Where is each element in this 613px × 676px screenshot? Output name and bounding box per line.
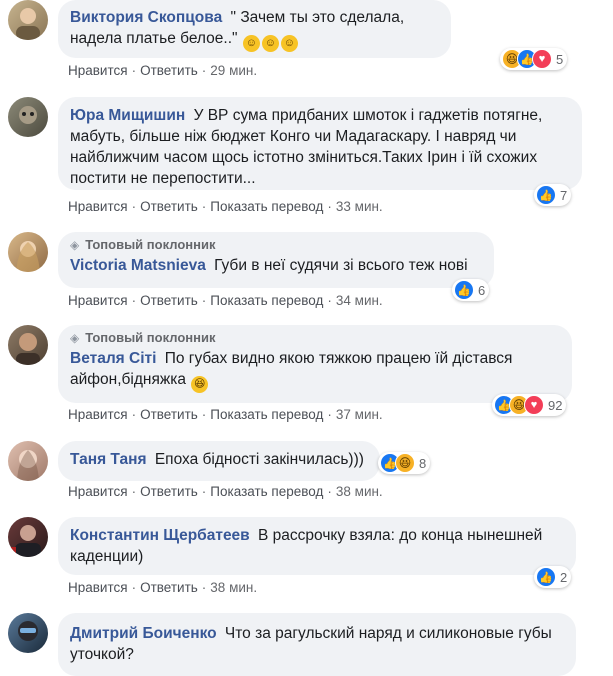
smile-emoji-icon: ☺	[261, 35, 279, 52]
comment-time[interactable]: 37 мин.	[336, 407, 383, 422]
comment-actions: Нравится · Ответить · Показать перевод · 34 ми…	[68, 293, 383, 308]
like-link[interactable]: Нравится	[68, 199, 128, 214]
comment-author[interactable]: Дмитрий Боиченко	[70, 625, 217, 642]
reaction-summary[interactable]: 👍 😆 ♥ 92	[492, 394, 567, 416]
comment-time[interactable]: 34 мин.	[336, 293, 383, 308]
like-link[interactable]: Нравится	[68, 293, 128, 308]
reply-link[interactable]: Ответить	[140, 580, 198, 595]
translate-link[interactable]: Показать перевод	[210, 484, 323, 499]
like-reaction-icon: 👍	[536, 567, 556, 587]
smile-emoji-icon: ☺	[242, 35, 260, 52]
reaction-summary[interactable]: 👍 😆 8	[378, 452, 431, 474]
like-reaction-icon: 👍	[536, 185, 556, 205]
reaction-summary[interactable]: 👍 6	[452, 279, 490, 301]
comment-bubble: Виктория Скопцова " Зачем ты это сделала…	[58, 0, 451, 58]
avatar-photo-icon	[16, 333, 40, 365]
comment-actions: Нравится · Ответить · 38 мин.	[68, 580, 258, 595]
reaction-count: 2	[560, 569, 568, 585]
avatar-photo-icon	[17, 450, 39, 481]
comment-time[interactable]: 38 мин.	[336, 484, 383, 499]
reaction-summary[interactable]: 👍 7	[534, 184, 572, 206]
avatar-photo-icon	[16, 8, 40, 40]
avatar[interactable]	[8, 0, 48, 40]
comment-actions: Нравится · Ответить · Показать перевод · 38 ми…	[68, 484, 383, 499]
reaction-count: 92	[548, 397, 563, 413]
like-link[interactable]: Нравится	[68, 63, 128, 78]
translate-link[interactable]: Показать перевод	[210, 199, 323, 214]
reply-link[interactable]: Ответить	[140, 407, 198, 422]
avatar[interactable]	[8, 517, 48, 557]
haha-reaction-icon: 😆	[395, 453, 415, 473]
comment-author[interactable]: Таня Таня	[70, 451, 147, 468]
comment-author[interactable]: Юра Мищишин	[70, 107, 185, 124]
love-reaction-icon: ♥	[524, 395, 544, 415]
comment-time[interactable]: 33 мин.	[336, 199, 383, 214]
top-fan-badge[interactable]: ◈ Топовый поклонник	[70, 237, 482, 253]
reaction-summary[interactable]: 😆 👍 ♥ 5	[500, 48, 568, 70]
reaction-summary[interactable]: 👍 2	[534, 566, 572, 588]
comment-author[interactable]: Константин Щербатеев	[70, 527, 250, 544]
comment-author[interactable]: Веталя Сіті	[70, 350, 156, 367]
avatar-photo-icon	[8, 525, 41, 557]
translate-link[interactable]: Показать перевод	[210, 293, 323, 308]
comment-actions: Нравится · Ответить · Показать перевод · 33 ми…	[68, 199, 383, 214]
avatar[interactable]	[8, 325, 48, 365]
comment-time[interactable]: 29 мин.	[210, 63, 257, 78]
reaction-count: 5	[556, 51, 564, 67]
comment-bubble: Юра Мищишин У ВР сума придбаних шмоток і…	[58, 97, 582, 190]
diamond-icon: ◈	[70, 238, 80, 252]
reaction-count: 8	[419, 455, 427, 471]
laughing-emoji-icon: 😆	[191, 376, 209, 393]
avatar-photo-icon	[18, 621, 38, 641]
reply-link[interactable]: Ответить	[140, 293, 198, 308]
like-link[interactable]: Нравится	[68, 484, 128, 499]
comment-text: Епоха бідності закінчилась)))	[154, 451, 364, 468]
love-reaction-icon: ♥	[532, 49, 552, 69]
comment-actions: Нравится · Ответить · Показать перевод · 37 ми…	[68, 407, 383, 422]
diamond-icon: ◈	[70, 331, 80, 345]
smile-emoji-icon: ☺	[280, 35, 298, 52]
avatar-photo-icon	[16, 241, 40, 272]
comment-bubble: Таня Таня Епоха бідності закінчилась)))	[58, 441, 380, 481]
reply-link[interactable]: Ответить	[140, 199, 198, 214]
reply-link[interactable]: Ответить	[140, 484, 198, 499]
comment-bubble: Константин Щербатеев В рассрочку взяла: …	[58, 517, 576, 575]
like-link[interactable]: Нравится	[68, 407, 128, 422]
comment-time[interactable]: 38 мин.	[210, 580, 257, 595]
comment-actions: Нравится · Ответить · 29 мин.	[68, 63, 258, 78]
avatar[interactable]	[8, 441, 48, 481]
comment-text: Губи в неї судячи зі всього теж нові	[214, 257, 468, 274]
avatar[interactable]	[8, 97, 48, 137]
translate-link[interactable]: Показать перевод	[210, 407, 323, 422]
reaction-count: 6	[478, 282, 486, 298]
like-link[interactable]: Нравится	[68, 580, 128, 595]
like-reaction-icon: 👍	[454, 280, 474, 300]
comment-bubble: ◈ Топовый поклонник Веталя Сіті По губах …	[58, 325, 572, 403]
avatar[interactable]	[8, 232, 48, 272]
comment-bubble: Дмитрий Боиченко Что за рагульский наряд…	[58, 613, 576, 676]
avatar[interactable]	[8, 613, 48, 653]
avatar-photo-icon	[19, 106, 37, 124]
comment-author[interactable]: Виктория Скопцова	[70, 9, 222, 26]
comment-bubble: ◈ Топовый поклонник Victoria Matsnieva Гу…	[58, 232, 494, 288]
reaction-count: 7	[560, 187, 568, 203]
comment-author[interactable]: Victoria Matsnieva	[70, 257, 206, 274]
top-fan-badge[interactable]: ◈ Топовый поклонник	[70, 330, 560, 346]
reply-link[interactable]: Ответить	[140, 63, 198, 78]
